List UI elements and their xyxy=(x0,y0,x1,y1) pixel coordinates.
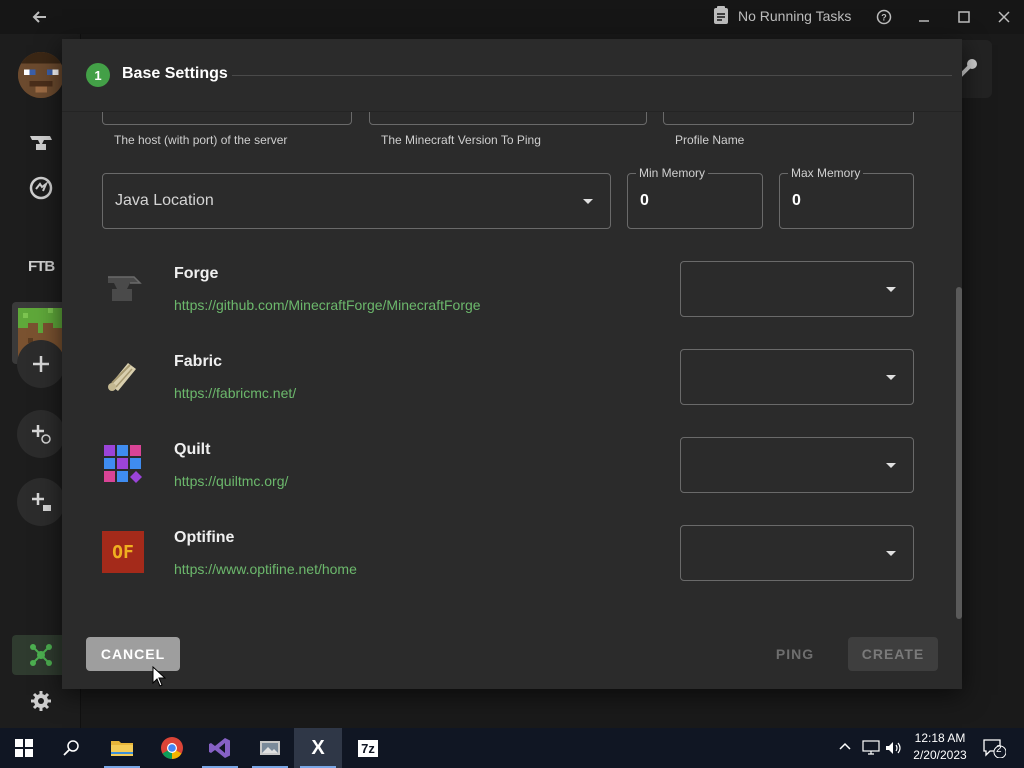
quilt-link[interactable]: https://quiltmc.org/ xyxy=(174,473,288,489)
max-memory-field[interactable]: Max Memory 0 xyxy=(779,166,914,229)
max-memory-label: Max Memory xyxy=(788,166,864,180)
clock-time: 12:18 AM xyxy=(914,731,966,745)
optifine-link[interactable]: https://www.optifine.net/home xyxy=(174,561,357,577)
forge-name: Forge xyxy=(174,265,219,282)
x-app-label: X xyxy=(311,736,325,759)
add-folder-button[interactable] xyxy=(17,478,65,526)
x-app-icon[interactable]: X xyxy=(294,728,342,768)
fabric-scroll-icon xyxy=(108,363,136,391)
taskbar: X 7z 12:18 AM 2/20/2023 2 xyxy=(0,728,1024,768)
minecraft-version-field[interactable] xyxy=(369,111,647,125)
forge-version-select[interactable] xyxy=(680,261,914,317)
add-instance-button[interactable] xyxy=(17,340,65,388)
notification-icon[interactable]: 2 xyxy=(982,738,1007,761)
quilt-patch-icon xyxy=(104,445,142,483)
svg-text:?: ? xyxy=(881,13,887,23)
chrome-icon[interactable] xyxy=(148,728,196,768)
java-location-select[interactable]: Java Location xyxy=(102,173,611,229)
chevron-down-icon xyxy=(886,551,896,556)
optifine-logo-icon: OF xyxy=(102,531,144,573)
create-button[interactable]: CREATE xyxy=(848,637,938,671)
modpack-icon xyxy=(30,644,52,666)
add-browse-button[interactable] xyxy=(17,410,65,458)
optifine-version-select[interactable] xyxy=(680,525,914,581)
min-memory-field[interactable]: Min Memory 0 xyxy=(627,166,763,229)
7zip-icon[interactable]: 7z xyxy=(344,728,392,768)
running-tasks[interactable]: No Running Tasks xyxy=(712,4,851,28)
add-browse-icon xyxy=(32,425,51,444)
ftb-icon[interactable]: FTB xyxy=(28,258,55,275)
windows-start-icon[interactable] xyxy=(0,728,48,768)
profile-helper-text: Profile Name xyxy=(675,133,745,147)
volume-icon[interactable] xyxy=(884,740,902,759)
chevron-up-icon[interactable] xyxy=(838,740,852,755)
7zip-label: 7z xyxy=(358,739,378,757)
forge-anvil-icon xyxy=(108,276,142,301)
settings-icon[interactable] xyxy=(16,676,66,726)
forge-link[interactable]: https://github.com/MinecraftForge/Minecr… xyxy=(174,297,481,313)
search-icon[interactable] xyxy=(48,728,96,768)
fabric-version-select[interactable] xyxy=(680,349,914,405)
profile-name-field[interactable] xyxy=(663,111,914,125)
step-number-badge: 1 xyxy=(86,63,110,87)
minimize-icon[interactable] xyxy=(912,5,936,29)
mouse-cursor-icon xyxy=(152,666,166,687)
version-helper-text: The Minecraft Version To Ping xyxy=(381,133,541,147)
ping-button[interactable]: PING xyxy=(762,637,828,671)
quilt-version-select[interactable] xyxy=(680,437,914,493)
chevron-down-icon xyxy=(886,375,896,380)
notification-count: 2 xyxy=(996,744,1002,755)
close-icon[interactable] xyxy=(992,5,1016,29)
chevron-down-icon xyxy=(886,287,896,292)
maximize-icon[interactable] xyxy=(952,5,976,29)
optifine-logo-text: OF xyxy=(112,541,134,563)
quilt-name: Quilt xyxy=(174,441,211,458)
min-memory-value: 0 xyxy=(640,192,649,209)
host-field[interactable] xyxy=(102,111,352,125)
fabric-link[interactable]: https://fabricmc.net/ xyxy=(174,385,296,401)
fabric-name: Fabric xyxy=(174,353,223,370)
max-memory-value: 0 xyxy=(792,192,801,209)
curseforge-icon[interactable] xyxy=(16,163,66,213)
chevron-down-icon xyxy=(886,463,896,468)
add-folder-icon xyxy=(32,493,51,511)
min-memory-label: Min Memory xyxy=(636,166,709,180)
add-icon xyxy=(33,356,49,372)
scrollbar[interactable] xyxy=(956,287,962,619)
title-bar: No Running Tasks ? xyxy=(0,0,1024,34)
clipboard-icon xyxy=(712,5,730,28)
file-explorer-icon[interactable] xyxy=(98,728,146,768)
system-clock[interactable]: 12:18 AM 2/20/2023 xyxy=(908,730,972,764)
create-instance-dialog: 1 Base Settings The host (with port) of … xyxy=(62,39,962,689)
java-location-label: Java Location xyxy=(115,192,214,209)
clock-date: 2/20/2023 xyxy=(913,748,967,762)
dialog-content: The host (with port) of the server The M… xyxy=(62,111,962,611)
step-title: Base Settings xyxy=(122,65,228,82)
chevron-down-icon xyxy=(583,199,593,204)
step-divider xyxy=(232,75,952,76)
network-icon[interactable] xyxy=(862,740,880,759)
anvil-icon[interactable] xyxy=(16,118,66,168)
avatar[interactable] xyxy=(18,52,64,98)
visual-studio-icon[interactable] xyxy=(196,728,244,768)
host-helper-text: The host (with port) of the server xyxy=(114,133,288,147)
help-icon[interactable]: ? xyxy=(872,5,896,29)
running-tasks-label: No Running Tasks xyxy=(738,8,852,24)
app-icon[interactable] xyxy=(246,728,294,768)
back-arrow-icon[interactable] xyxy=(28,6,52,28)
stepper-header: 1 Base Settings xyxy=(62,39,962,112)
optifine-name: Optifine xyxy=(174,529,235,546)
